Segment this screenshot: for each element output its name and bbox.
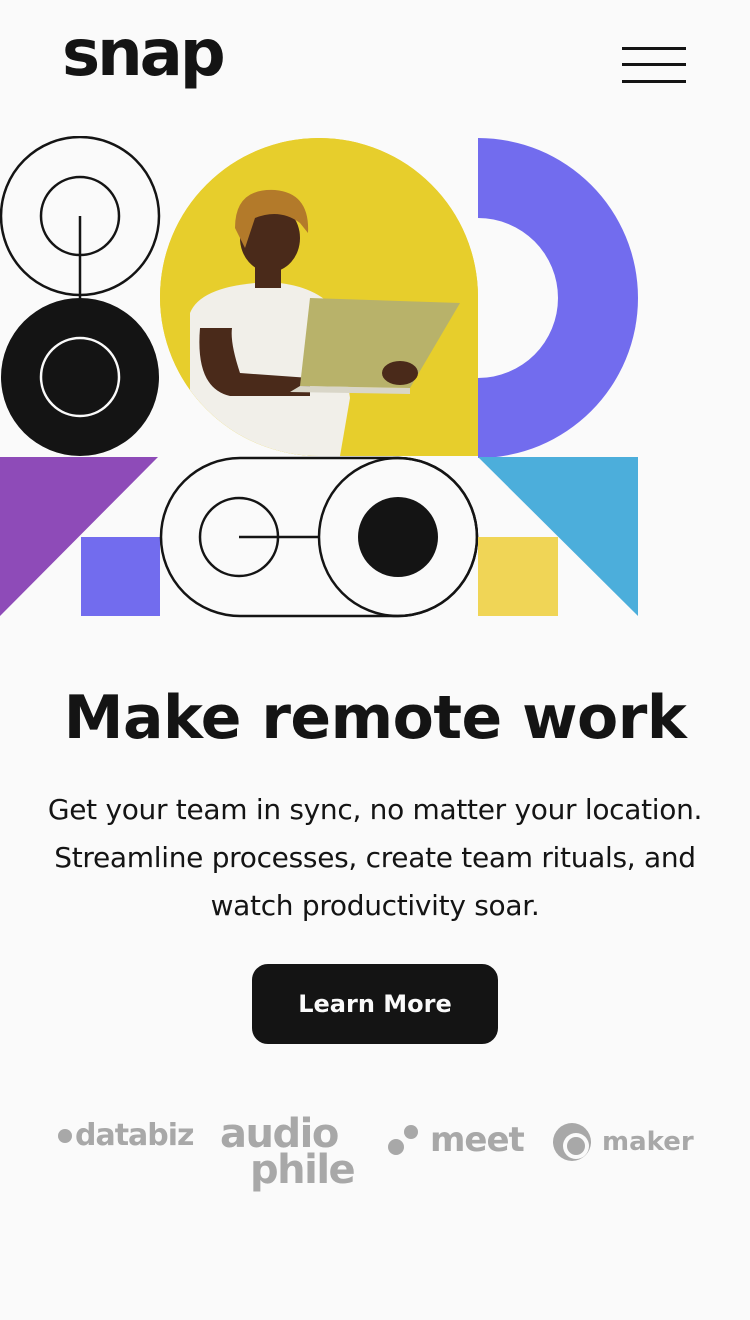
site-header: snap <box>0 0 750 120</box>
black-dot-shape <box>358 497 438 577</box>
hero-illustration <box>0 135 750 618</box>
hero-title: Make remote work <box>63 683 687 753</box>
audiophile-line2: phile <box>250 1147 356 1193</box>
hero-photo <box>160 138 478 456</box>
violet-square-shape <box>81 537 160 616</box>
client-logo-meet: meet <box>388 1120 525 1160</box>
client-logo-databiz: databiz <box>58 1118 195 1153</box>
menu-bar <box>622 47 686 50</box>
meet-dots-icon <box>388 1125 424 1155</box>
client-logos: databiz audio phile meet maker <box>0 1110 750 1210</box>
hero-description: Get your team in sync, no matter your lo… <box>47 793 703 922</box>
hamburger-menu-icon[interactable] <box>622 46 686 86</box>
menu-bar <box>622 80 686 83</box>
menu-bar <box>622 63 686 66</box>
ring-shape <box>39 336 121 418</box>
databiz-dot-icon <box>58 1129 72 1143</box>
learn-more-button[interactable]: Learn More <box>252 964 498 1044</box>
violet-half-ring-shape <box>478 138 638 458</box>
client-logo-maker: maker <box>552 1122 694 1162</box>
maker-mark-icon <box>553 1123 591 1161</box>
yellow-square-shape <box>478 537 558 616</box>
snap-logo[interactable]: snap <box>62 14 226 94</box>
client-logo-audiophile: audio phile <box>220 1114 356 1193</box>
person-with-laptop-image <box>160 138 478 456</box>
